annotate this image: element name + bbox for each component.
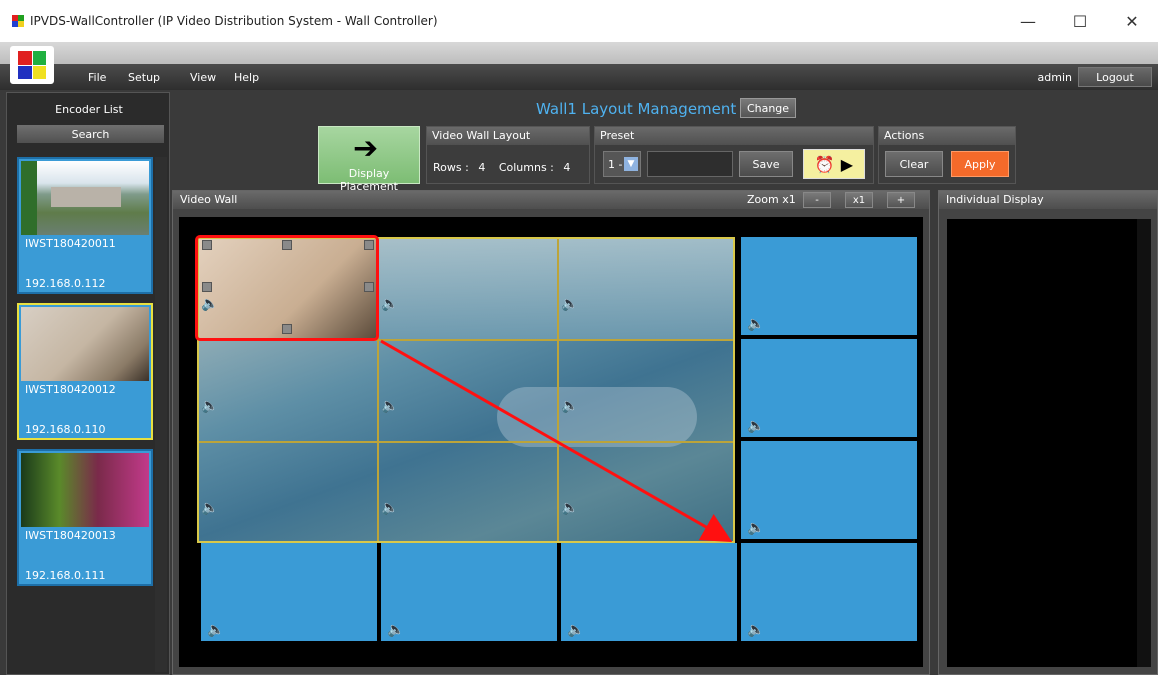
zoom-label: Zoom x1 [747, 193, 796, 206]
individual-display-panel: Individual Display [938, 190, 1158, 675]
encoder-thumbnail [21, 161, 149, 235]
close-button[interactable]: ✕ [1106, 0, 1158, 42]
maximize-button[interactable]: ☐ [1054, 0, 1106, 42]
encoder-thumbnail [21, 307, 149, 381]
alarm-clock-icon: ⏰ [814, 154, 835, 174]
individual-display-heading: Individual Display [939, 191, 1157, 209]
encoder-name: IWST180420013 [25, 529, 116, 542]
preset-heading: Preset [595, 127, 873, 145]
encoder-list-scrollbar[interactable] [155, 157, 167, 672]
search-button[interactable]: Search [17, 125, 164, 143]
preset-select[interactable]: 1 - ▼ [603, 151, 641, 177]
encoder-card-3[interactable]: IWST180420013 192.168.0.111 [17, 449, 153, 586]
encoder-card-1[interactable]: IWST180420011 192.168.0.112 [17, 157, 153, 294]
app-icon [12, 15, 24, 27]
window-titlebar: IPVDS-WallController (IP Video Distribut… [0, 0, 1158, 42]
video-wall-panel: Video Wall Zoom x1 - x1 + 🔈 🔈 🔈 🔈 🔈 🔈 🔈 … [172, 190, 930, 675]
preset-value: 1 - [608, 157, 623, 171]
encoder-list-panel: Encoder List Search IWST180420011 192.16… [6, 92, 170, 675]
save-button[interactable]: Save [739, 151, 793, 177]
individual-display-scrollbar[interactable] [1137, 219, 1151, 667]
zoom-in-button[interactable]: + [887, 192, 915, 208]
encoder-ip: 192.168.0.110 [25, 423, 106, 436]
minimize-button[interactable]: — [1002, 0, 1054, 42]
rows-columns-readout: Rows : 4 Columns : 4 [433, 161, 570, 174]
actions-group: Actions Clear Apply [878, 126, 1016, 184]
zoom-out-button[interactable]: - [803, 192, 831, 208]
menu-help[interactable]: Help [234, 71, 259, 84]
apply-button[interactable]: Apply [951, 151, 1009, 177]
encoder-card-2[interactable]: IWST180420012 192.168.0.110 [17, 303, 153, 440]
clear-button[interactable]: Clear [885, 151, 943, 177]
drag-arrow-annotation [380, 339, 733, 542]
rows-label: Rows : [433, 161, 469, 174]
encoder-ip: 192.168.0.111 [25, 569, 106, 582]
logout-button[interactable]: Logout [1078, 67, 1152, 87]
schedule-play-button[interactable]: ⏰ ▶ [803, 149, 865, 179]
change-button[interactable]: Change [740, 98, 796, 118]
menu-bar: File Setup View Help admin Logout [0, 64, 1158, 90]
preset-name-field[interactable] [647, 151, 733, 177]
encoder-name: IWST180420012 [25, 383, 116, 396]
encoder-thumbnail [21, 453, 149, 527]
columns-label: Columns : [498, 161, 554, 174]
menu-view[interactable]: View [190, 71, 216, 84]
columns-value: 4 [563, 161, 571, 174]
zoom-reset-button[interactable]: x1 [845, 192, 873, 208]
page-title: Wall1 Layout Management [536, 100, 737, 118]
user-name: admin [1037, 71, 1072, 84]
individual-display-screen[interactable] [947, 219, 1151, 667]
app-logo [10, 46, 54, 84]
actions-heading: Actions [879, 127, 1015, 145]
video-wall-canvas[interactable]: 🔈 🔈 🔈 🔈 🔈 🔈 🔈 🔈 🔈 🔈 🔈 🔈 🔈 🔈 🔈 🔈 [179, 217, 923, 667]
rows-value: 4 [478, 161, 486, 174]
chevron-down-icon: ▼ [624, 157, 638, 171]
preset-group: Preset 1 - ▼ Save ⏰ ▶ [594, 126, 874, 184]
app-header-strip [0, 42, 1158, 64]
play-icon: ▶ [840, 154, 854, 174]
menu-file[interactable]: File [88, 71, 106, 84]
video-wall-layout-group: Video Wall Layout Rows : 4 Columns : 4 [426, 126, 590, 184]
menu-setup[interactable]: Setup [128, 71, 160, 84]
window-title: IPVDS-WallController (IP Video Distribut… [30, 14, 438, 28]
arrow-right-icon: ➔ [353, 131, 379, 166]
encoder-list-title: Encoder List [55, 103, 123, 116]
encoder-ip: 192.168.0.112 [25, 277, 106, 290]
encoder-name: IWST180420011 [25, 237, 116, 250]
video-wall-layout-heading: Video Wall Layout [427, 127, 589, 145]
display-placement-button[interactable]: ➔ Display Placement [318, 126, 420, 193]
